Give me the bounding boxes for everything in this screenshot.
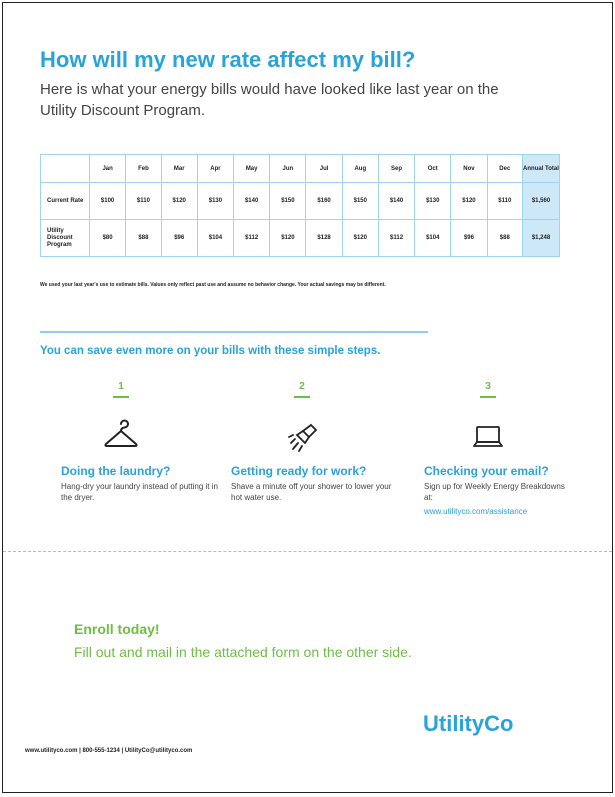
month-header: Mar (160, 154, 198, 183)
table-cell: $140 (377, 182, 416, 220)
savings-subheading: You can save even more on your bills wit… (40, 345, 381, 357)
table-row-current-rate: Current Rate $100 $110 $120 $130 $140 $1… (40, 182, 560, 220)
step-title: Checking your email? (424, 464, 549, 478)
annual-total-cell: $1,560 (522, 182, 560, 220)
annual-total-cell: $1,248 (522, 219, 560, 257)
bill-flyer-page: How will my new rate affect my bill? Her… (2, 2, 613, 793)
hanger-icon (103, 419, 139, 455)
step-number: 2 (299, 381, 305, 392)
table-cell: $128 (305, 219, 343, 257)
month-header: Dec (486, 154, 524, 183)
step-text: Shave a minute off your shower to lower … (231, 482, 392, 502)
table-cell: $104 (414, 219, 452, 257)
table-cell: $140 (233, 182, 271, 220)
laptop-icon (470, 419, 506, 455)
step-text: Sign up for Weekly Energy Breakdowns at: (424, 482, 565, 502)
step-number: 1 (118, 381, 124, 392)
intro-text: Here is what your energy bills would hav… (40, 81, 499, 119)
month-header: Oct (414, 154, 452, 183)
month-header: Feb (125, 154, 162, 183)
table-cell: $120 (160, 182, 198, 220)
table-cell: $96 (450, 219, 488, 257)
table-cell: $120 (269, 219, 307, 257)
table-cell: $110 (486, 182, 524, 220)
month-header: Apr (196, 154, 235, 183)
step-number-underline (113, 396, 129, 398)
table-cell: $104 (196, 219, 235, 257)
table-corner-cell (40, 154, 90, 183)
step-number-underline (294, 396, 310, 398)
step-title: Doing the laundry? (61, 464, 171, 478)
rate-comparison-table: Jan Feb Mar Apr May Jun Jul Aug Sep Oct … (40, 154, 560, 257)
month-header: Jul (305, 154, 343, 183)
table-cell: $88 (125, 219, 162, 257)
footer-contact: www.utilityco.com | 800-555-1234 | Utili… (25, 748, 193, 754)
table-cell: $130 (414, 182, 452, 220)
utilityco-logo: UtilityCo (423, 711, 514, 736)
page-title: How will my new rate affect my bill? (40, 47, 416, 72)
table-cell: $96 (160, 219, 198, 257)
shower-icon (285, 419, 321, 455)
table-row-discount-program: Utility Discount Program $80 $88 $96 $10… (40, 219, 560, 257)
table-cell: $120 (450, 182, 488, 220)
table-cell: $120 (341, 219, 379, 257)
month-header: Nov (450, 154, 488, 183)
table-header-row: Jan Feb Mar Apr May Jun Jul Aug Sep Oct … (40, 154, 560, 183)
table-cell: $160 (305, 182, 343, 220)
disclaimer-text: We used your last year's use to estimate… (40, 282, 386, 288)
month-header: Jan (88, 154, 127, 183)
table-cell: $130 (196, 182, 235, 220)
table-cell: $88 (486, 219, 524, 257)
assistance-link[interactable]: www.utilityco.com/assistance (424, 507, 527, 516)
table-cell: $110 (125, 182, 162, 220)
table-cell: $112 (233, 219, 271, 257)
step-number-underline (480, 396, 496, 398)
row-label: Utility Discount Program (40, 219, 90, 257)
enroll-title: Enroll today! (74, 621, 160, 637)
table-cell: $112 (377, 219, 416, 257)
table-cell: $100 (88, 182, 127, 220)
table-cell: $150 (269, 182, 307, 220)
enroll-text: Fill out and mail in the attached form o… (74, 644, 412, 660)
table-cell: $80 (88, 219, 127, 257)
annual-total-header: Annual Total (522, 154, 560, 183)
step-number: 3 (485, 381, 491, 392)
month-header: Sep (377, 154, 416, 183)
row-label: Current Rate (40, 182, 90, 220)
step-text: Hang-dry your laundry instead of putting… (61, 482, 218, 502)
tear-off-divider (3, 551, 612, 552)
month-header: Jun (269, 154, 307, 183)
step-title: Getting ready for work? (231, 464, 367, 478)
month-header: May (233, 154, 271, 183)
section-divider (40, 331, 428, 333)
table-cell: $150 (341, 182, 379, 220)
month-header: Aug (341, 154, 379, 183)
